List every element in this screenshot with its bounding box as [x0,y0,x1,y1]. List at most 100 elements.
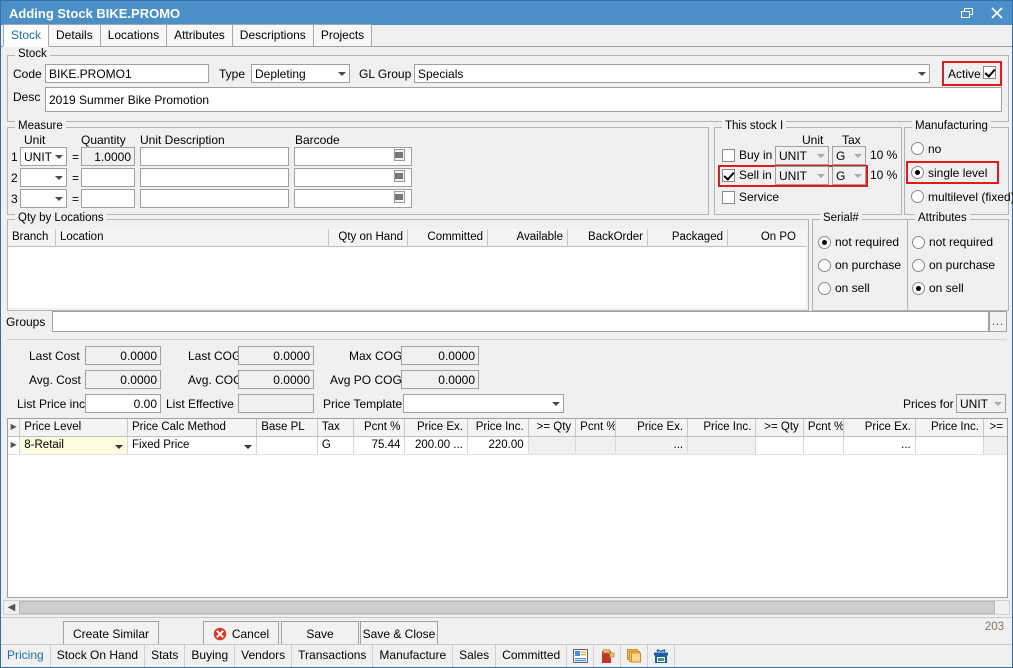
price-col-price-ex-3[interactable]: Price Ex. [844,419,916,436]
serial-radio-on-sell[interactable] [818,282,831,295]
qty-col-packaged[interactable]: Packaged [648,229,728,246]
sell-in-unit-select[interactable]: UNIT [775,166,829,185]
bottom-tab-stats[interactable]: Stats [145,645,185,667]
buy-in-tax-select[interactable]: G [832,146,866,165]
create-similar-button[interactable]: Create Similar [63,621,159,646]
close-icon[interactable] [982,1,1012,25]
measure-unit-description-input-2[interactable] [140,168,289,187]
avg-cost-input[interactable] [85,370,161,389]
qty-col-on-po[interactable]: On PO [728,229,800,246]
max-cog-input[interactable] [401,346,479,365]
price-col-price-inc-3[interactable]: Price Inc. [916,419,984,436]
price-col-pcnt[interactable]: Pcnt % [354,419,405,436]
last-cog-input[interactable] [238,346,314,365]
last-cost-input[interactable] [85,346,161,365]
qty-col-committed[interactable]: Committed [408,229,488,246]
attributes-radio-not-required[interactable] [912,236,925,249]
tab-descriptions[interactable]: Descriptions [232,24,314,46]
serial-radio-on-purchase[interactable] [818,259,831,272]
price-col-tax[interactable]: Tax [318,419,354,436]
qty-col-qty-on-hand[interactable]: Qty on Hand [329,229,408,246]
price-col-qty-2[interactable]: >= Qty [529,419,577,436]
price-level-cell[interactable]: 8-Retail [20,437,128,454]
price-ex-2-cell[interactable]: ... [616,437,688,454]
clipboard-icon[interactable] [594,645,621,667]
desc-input[interactable] [45,87,1002,112]
qty-col-branch[interactable]: Branch [8,229,56,246]
buy-in-unit-select[interactable]: UNIT [775,146,829,165]
tab-projects[interactable]: Projects [313,24,372,46]
list-effective-input[interactable] [238,394,314,413]
qty-col-backorder[interactable]: BackOrder [568,229,648,246]
scrollbar-thumb[interactable] [19,601,995,614]
price-ex-cell[interactable]: 200.00 ... [405,437,468,454]
bottom-tab-sales[interactable]: Sales [453,645,496,667]
tab-stock[interactable]: Stock [3,24,49,47]
tax-cell[interactable]: G [318,437,354,454]
save-button[interactable]: Save [281,621,359,646]
price-col-price-inc-2[interactable]: Price Inc. [688,419,756,436]
attributes-radio-on-purchase[interactable] [912,259,925,272]
price-template-select[interactable] [403,394,564,413]
price-grid[interactable]: ▶ Price Level Price Calc Method Base PL … [7,418,1008,598]
qty-col-available[interactable]: Available [488,229,568,246]
bottom-tab-committed[interactable]: Committed [496,645,567,667]
measure-quantity-input-2[interactable] [81,168,135,187]
attributes-radio-on-sell[interactable] [912,282,925,295]
tab-attributes[interactable]: Attributes [166,24,233,46]
table-row[interactable]: ▶ 8-Retail Fixed Price G 75.44 200.00 ..… [8,437,1007,455]
pcnt-2-cell[interactable] [576,437,616,454]
bottom-tab-vendors[interactable]: Vendors [235,645,292,667]
measure-unit-description-input-3[interactable] [140,189,289,208]
gift-money-icon[interactable] [648,645,675,667]
tab-locations[interactable]: Locations [100,24,167,46]
notes-icon[interactable] [567,645,594,667]
barcode-icon-3[interactable] [394,191,405,203]
price-col-tail[interactable]: >= [984,419,1007,436]
pcnt-3-cell[interactable] [804,437,844,454]
measure-unit-select-2[interactable] [20,168,67,187]
price-inc-cell[interactable]: 220.00 [468,437,529,454]
manufacturing-radio-multilevel[interactable] [911,190,924,203]
price-col-qty-3[interactable]: >= Qty [756,419,804,436]
qty-2-cell[interactable] [529,437,577,454]
buy-in-checkbox[interactable] [722,149,735,162]
qty-3-cell[interactable] [756,437,804,454]
base-pl-cell[interactable] [257,437,318,454]
tab-details[interactable]: Details [48,24,101,46]
measure-quantity-input-1[interactable] [81,147,135,166]
price-calc-method-cell[interactable]: Fixed Price [128,437,257,454]
price-inc-3-cell[interactable] [916,437,984,454]
sell-in-tax-select[interactable]: G [832,166,866,185]
avg-cog-input[interactable] [238,370,314,389]
restore-icon[interactable] [952,1,982,25]
code-input[interactable] [45,64,209,83]
measure-quantity-input-3[interactable] [81,189,135,208]
horizontal-scrollbar[interactable]: ◀ [3,600,1010,615]
bottom-tab-buying[interactable]: Buying [185,645,235,667]
list-price-inc-input[interactable] [85,394,161,413]
prices-for-select[interactable]: UNIT [956,394,1006,413]
barcode-icon-2[interactable] [394,170,405,182]
bottom-tab-pricing[interactable]: Pricing [1,645,51,667]
price-col-price-calc-method[interactable]: Price Calc Method [128,419,257,436]
measure-unit-select-3[interactable] [20,189,67,208]
bottom-tab-stock-on-hand[interactable]: Stock On Hand [51,645,145,667]
serial-radio-not-required[interactable] [818,236,831,249]
save-and-close-button[interactable]: Save & Close [360,621,438,646]
qty-by-locations-grid[interactable]: Branch Location Qty on Hand Committed Av… [8,229,806,308]
price-col-base-pl[interactable]: Base PL [257,419,318,436]
measure-unit-description-input-1[interactable] [140,147,289,166]
active-checkbox[interactable] [983,66,996,79]
service-checkbox[interactable] [722,191,735,204]
bottom-tab-manufacture[interactable]: Manufacture [373,645,453,667]
scroll-left-icon[interactable]: ◀ [4,601,19,614]
type-select[interactable]: Depleting [251,64,350,83]
bottom-tab-transactions[interactable]: Transactions [292,645,373,667]
cancel-button[interactable]: Cancel [203,621,279,646]
pcnt-cell[interactable]: 75.44 [354,437,405,454]
price-col-price-inc[interactable]: Price Inc. [468,419,529,436]
measure-unit-select-1[interactable]: UNIT [20,147,67,166]
avg-po-cogs-input[interactable] [401,370,479,389]
sell-in-checkbox[interactable] [722,169,735,182]
